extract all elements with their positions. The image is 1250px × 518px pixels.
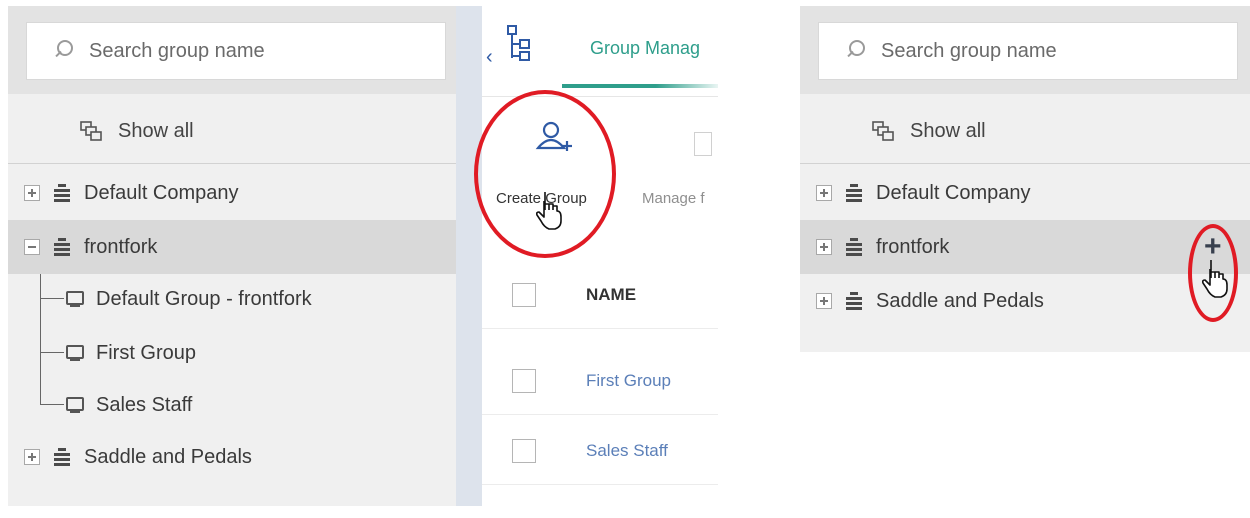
- search-input[interactable]: [89, 39, 419, 63]
- tree-item-frontfork[interactable]: frontfork: [800, 220, 1250, 274]
- search-box[interactable]: [818, 22, 1238, 80]
- tree-item-label: First Group: [96, 341, 197, 364]
- company-icon: [54, 238, 70, 256]
- company-icon: [846, 184, 862, 202]
- table-row: First Group: [482, 348, 718, 415]
- tree-item-label: Saddle and Pedals: [876, 289, 1044, 312]
- tree-item-label: Default Company: [876, 181, 1031, 204]
- highlight-create-group: [474, 90, 616, 258]
- tree-item-label: Default Company: [84, 181, 239, 204]
- panel-divider: [456, 6, 482, 506]
- show-all-button[interactable]: Show all: [800, 100, 1250, 164]
- show-all-button[interactable]: Show all: [8, 100, 456, 164]
- active-tab-indicator: [562, 84, 718, 88]
- search-icon: [841, 38, 881, 64]
- company-icon: [54, 184, 70, 202]
- group-table: NAME First Group Sales Staff: [482, 242, 718, 506]
- collapse-icon[interactable]: [24, 239, 40, 255]
- column-header-name[interactable]: NAME: [586, 285, 636, 305]
- group-tree-panel: Show all Default Company frontfork Defau…: [8, 6, 456, 506]
- manage-icon: [694, 132, 712, 156]
- collapse-tree-chevron-icon[interactable]: ‹: [486, 46, 493, 69]
- tree-item-first-group[interactable]: First Group: [8, 326, 456, 380]
- tree-item-saddle-and-pedals[interactable]: Saddle and Pedals: [8, 430, 456, 484]
- expand-icon[interactable]: [24, 185, 40, 201]
- group-name-link[interactable]: Sales Staff: [586, 441, 668, 461]
- hand-cursor-icon: [1202, 260, 1228, 298]
- tree-item-default-company[interactable]: Default Company: [8, 166, 456, 220]
- mid-header: ‹ Group Manag: [482, 6, 718, 97]
- tree-item-label: Default Group - frontfork: [96, 287, 312, 310]
- row-checkbox[interactable]: [512, 369, 536, 393]
- group-management-panel: ‹ Group Manag Create Group Manage f NAME…: [482, 6, 718, 506]
- search-box[interactable]: [26, 22, 446, 80]
- tree-item-label: Sales Staff: [96, 393, 193, 416]
- company-icon: [54, 448, 70, 466]
- tab-group-management[interactable]: Group Manag: [590, 38, 700, 59]
- select-all-checkbox[interactable]: [512, 283, 536, 307]
- show-all-icon: [872, 120, 896, 143]
- show-all-label: Show all: [118, 120, 194, 142]
- company-icon: [846, 238, 862, 256]
- show-all-label: Show all: [910, 120, 986, 142]
- expand-icon[interactable]: [816, 185, 832, 201]
- search-area: [8, 6, 456, 94]
- tree-item-sales-staff[interactable]: Sales Staff: [8, 378, 456, 432]
- tree-item-default-group-frontfork[interactable]: Default Group - frontfork: [8, 272, 456, 326]
- expand-icon[interactable]: [816, 293, 832, 309]
- search-input[interactable]: [881, 39, 1211, 63]
- expand-icon[interactable]: [816, 239, 832, 255]
- row-checkbox[interactable]: [512, 439, 536, 463]
- tree-item-default-company[interactable]: Default Company: [800, 166, 1250, 220]
- tree-item-label: Saddle and Pedals: [84, 445, 252, 468]
- hand-cursor-icon: [536, 192, 562, 230]
- group-tree-panel-hover: Show all Default Company frontfork Saddl…: [800, 6, 1250, 352]
- show-all-icon: [80, 120, 104, 143]
- search-area: [800, 6, 1250, 94]
- group-icon: [66, 345, 84, 361]
- manage-button[interactable]: Manage f: [642, 190, 705, 207]
- group-icon: [66, 291, 84, 307]
- tree-item-label: frontfork: [876, 235, 950, 258]
- table-header-row: NAME: [482, 262, 718, 329]
- org-tree-icon[interactable]: [506, 24, 532, 64]
- search-icon: [49, 38, 89, 64]
- group-icon: [66, 397, 84, 413]
- expand-icon[interactable]: [24, 449, 40, 465]
- group-name-link[interactable]: First Group: [586, 371, 671, 391]
- tree-item-label: frontfork: [84, 235, 158, 258]
- table-row: Sales Staff: [482, 418, 718, 485]
- company-icon: [846, 292, 862, 310]
- tree-item-saddle-and-pedals[interactable]: Saddle and Pedals: [800, 274, 1250, 328]
- tree-item-frontfork[interactable]: frontfork: [8, 220, 456, 274]
